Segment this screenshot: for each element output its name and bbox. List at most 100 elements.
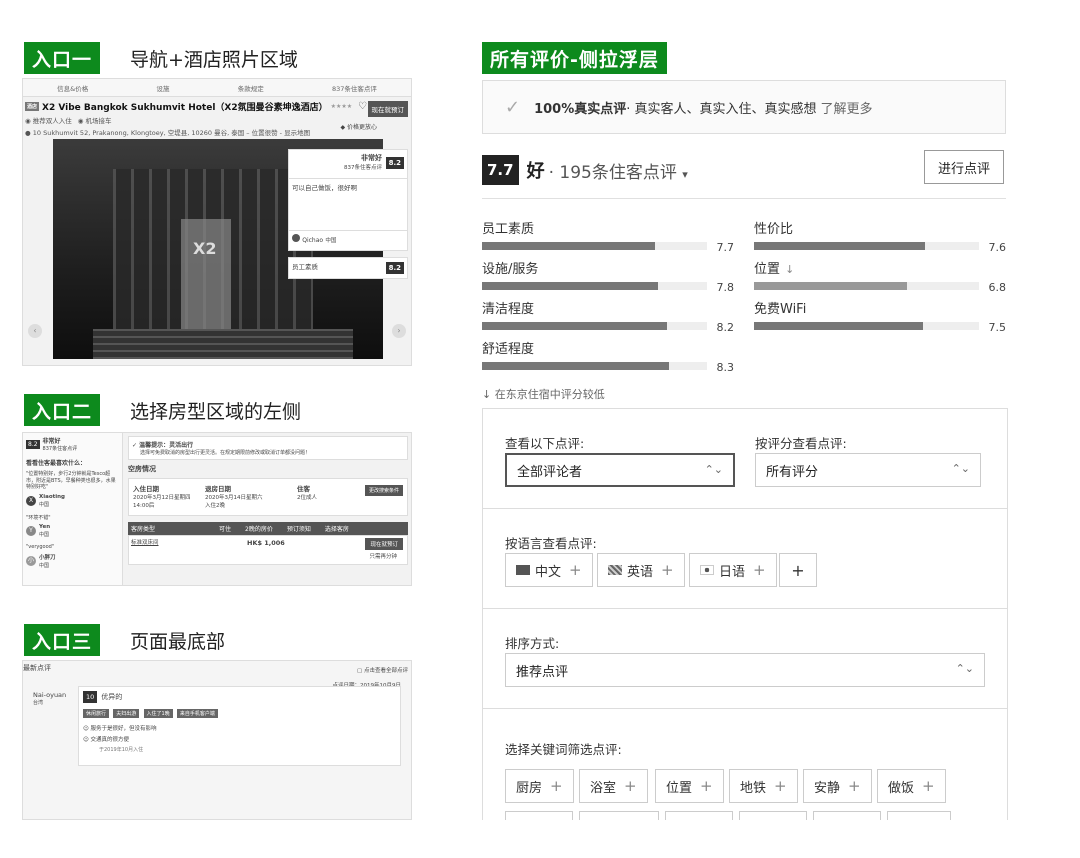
rating-card[interactable]: 非常好 837条住客点评 8.2 [288,149,408,179]
user2-country: 中国 [39,531,50,538]
review-user-name: Nai-oyuan [33,691,67,699]
lang-chip-japanese[interactable]: 日语 + [689,553,777,587]
nav-tab-facilities[interactable]: 设施 [156,83,169,93]
room-left-reviews[interactable]: 8.2 非常好 837条住客点评 看看住客最喜欢什么： "位置特别好，步行2分钟… [23,433,123,585]
metric-bar [482,242,707,250]
metric-1: 性价比 7.6 [754,218,1006,254]
guests[interactable]: 住客 2位成人 [297,483,317,511]
keyword-chip-more[interactable] [579,811,659,820]
reviewer-country: 中国 [325,238,337,244]
entry2-desc: 选择房型区域的左侧 [130,400,302,423]
nav-tab-info[interactable]: 信息&价格 [57,83,88,93]
keyword-chip-more[interactable] [739,811,807,820]
user2-avatar: Y [26,525,36,536]
add-language-plus: + [791,560,805,580]
reviewer-avatar [292,234,300,242]
sort-select[interactable]: 推荐点评 ⌃⌄ [505,653,985,687]
keyword-chip-more[interactable] [887,811,951,820]
hotel-badge: 酒店 [25,102,40,111]
all-reviews-link[interactable]: ▢ 点击查看全部点评 [357,666,408,674]
metric-value: 7.7 [716,241,735,254]
lang-chip-chinese[interactable]: 中文 + [505,553,593,587]
staff-card[interactable]: 员工素质 8.2 [288,257,408,279]
add-language-button[interactable]: + [779,553,817,587]
keyword-chip-bathroom[interactable]: 浴室 + [579,769,648,803]
price-promise-text: 价格更放心 [346,124,377,131]
lang-japanese-label: 日语 [719,564,746,580]
book-now-button[interactable]: 现在就预订 [367,101,408,117]
guests-label: 住客 [297,485,310,493]
keyword-chip-kitchen[interactable]: 厨房 + [505,769,574,803]
checkin-label: 入住日期 [133,485,159,493]
overall-score-row: 7.7 好 · 195条住客点评 ▾ 进行点评 [482,150,1006,190]
chevron-left-icon[interactable]: ‹ [28,324,42,338]
tip-title: ✓ 温馨提示：灵活出行 [132,442,194,449]
review-score-word: 优异的 [101,693,123,701]
tag-airport: ◉ 机场接车 [77,117,112,125]
checkout[interactable]: 退房日期 2020年3月14日星期六 入住2晚 [205,483,265,511]
metric-bar-fill [482,242,656,250]
lang-chip-english[interactable]: 英语 + [597,553,685,587]
metric-bar-fill [482,282,658,290]
keyword-kitchen-label: 厨房 [516,780,543,796]
metric-name: 位置 [754,262,781,277]
reviewer-card: Qichao 中国 [288,231,408,251]
caret-down-icon: ▾ [682,167,688,181]
filter-section-keywords: 选择关键词筛选点评: 厨房 + 浴室 + 位置 + 地铁 + 安静 + 做饭 + [483,709,1007,820]
metric-bar [482,282,707,290]
hotel-address-text: 10 Sukhumvit 52, Prakanong, Klongtoey, 空… [32,129,311,137]
plus-icon: + [774,777,787,795]
entry1-desc: 导航+酒店照片区域 [130,48,298,71]
change-search-button[interactable]: 更改搜索条件 [364,485,403,496]
filter-section-reviewer: 查看以下点评: 全部评论者 ⌃⌄ 按评分查看点评: 所有评分 ⌃⌄ [483,409,1007,509]
keyword-chip-more[interactable] [665,811,733,820]
keyword-label: 选择关键词筛选点评: [505,742,622,757]
hotel-name: X2 Vibe Bangkok Sukhumvit Hotel（X2氛围曼谷素坤… [42,103,328,113]
left-quote3: "verygood" [26,543,55,550]
overall-count: · 195条住客点评 [548,162,677,183]
score-select[interactable]: 所有评分 ⌃⌄ [755,453,981,487]
review-line1: ☺ 服务于是很好，但没有影响 [83,726,157,732]
check-icon: ✓ [505,96,521,118]
photo-door [181,219,231,339]
nav-tab-rules[interactable]: 条款规定 [238,83,264,93]
chevron-right-icon[interactable]: › [392,324,406,338]
room-price: HK$ 1,006 [247,539,285,547]
header-room-type: 客房类型 [131,526,156,533]
panel-tag: 所有评价-侧拉浮层 [482,42,667,74]
metric-bar [754,282,979,290]
checkin[interactable]: 入住日期 2020年3月12日星期四 14:00后 [133,483,193,511]
learn-more-link[interactable]: 了解更多 [821,98,873,117]
chip-couple: 夫妇出游 [113,709,140,718]
keyword-chip-more[interactable] [813,811,881,820]
hotel-stars: ★★★★ [330,103,353,110]
left-user1: X Xiaoting 中国 [26,494,119,508]
heart-icon[interactable]: ♡ [358,101,367,112]
reserve-button[interactable]: 现在就预订 [365,538,403,550]
left-score-count: 837条住客点评 [42,446,78,452]
write-review-button[interactable]: 进行点评 [924,150,1004,184]
reviewer-select[interactable]: 全部评论者 ⌃⌄ [505,453,735,487]
keyword-chip-cooking[interactable]: 做饭 + [877,769,946,803]
keyword-chip-location[interactable]: 位置 + [655,769,724,803]
chip-night: 入住了1晚 [143,709,173,718]
metric-bar [754,242,979,250]
tip-title-text: 温馨提示：灵活出行 [139,442,194,449]
arrow-down-icon: ↓ [785,263,795,276]
review-user-country: 台湾 [33,700,44,706]
overall-count-dropdown[interactable]: · 195条住客点评 ▾ [549,158,688,183]
all-reviews-panel: ✓ 100%真实点评 · 真实客人、真实入住、真实感想 了解更多 7.7 好 ·… [482,80,1008,820]
metric-value: 7.5 [988,321,1007,334]
shield-icon: ◆ [340,124,346,131]
keyword-chip-more[interactable] [505,811,573,820]
keyword-cooking-label: 做饭 [888,780,915,796]
entry1-tag: 入口一 [24,42,101,74]
metric-4: 清洁程度 8.2 [482,298,734,334]
checkin-value: 2020年3月12日星期四 14:00后 [133,495,191,509]
room-name[interactable]: 标准双床间 [131,540,159,546]
keyword-chip-quiet[interactable]: 安静 + [803,769,872,803]
keyword-chip-subway[interactable]: 地铁 + [729,769,798,803]
header-select: 选择客房 [324,526,349,533]
plus-icon: + [753,561,766,579]
nav-tab-reviews[interactable]: 837条住客点评 [332,83,377,93]
